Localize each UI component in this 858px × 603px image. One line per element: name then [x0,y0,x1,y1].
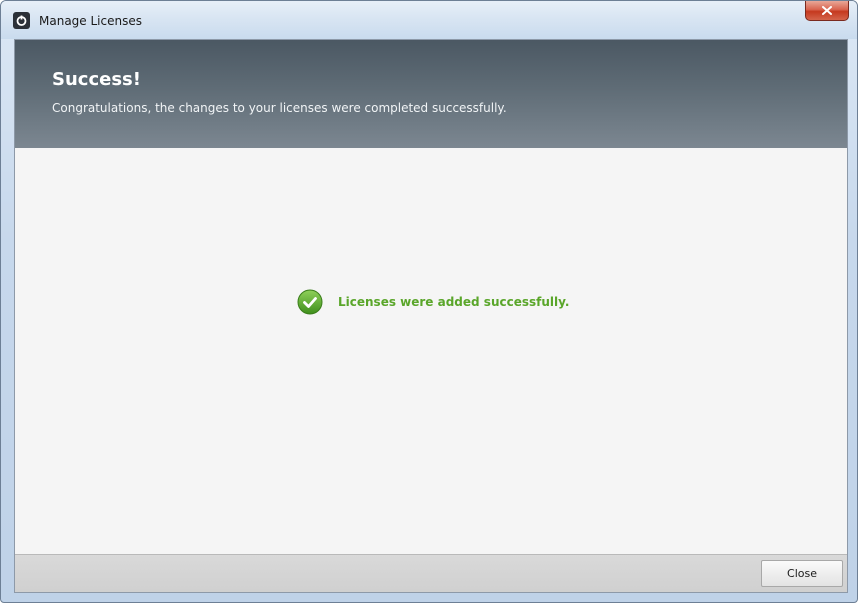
checkmark-icon [297,289,323,315]
window-close-button[interactable] [805,1,849,21]
status-message-text: Licenses were added successfully. [338,295,570,309]
header-banner: Success! Congratulations, the changes to… [15,40,847,148]
close-button[interactable]: Close [761,560,843,587]
app-logo-icon [13,12,30,29]
dialog-window: Manage Licenses Success! Congratulations… [0,0,858,603]
status-message: Licenses were added successfully. [297,289,569,315]
title-bar[interactable]: Manage Licenses [1,1,857,39]
close-icon [822,6,832,15]
dialog-content: Success! Congratulations, the changes to… [14,39,848,593]
banner-subtitle: Congratulations, the changes to your lic… [52,101,507,115]
dialog-footer: Close [15,554,847,592]
banner-title: Success! [52,69,141,90]
window-title: Manage Licenses [39,14,142,28]
